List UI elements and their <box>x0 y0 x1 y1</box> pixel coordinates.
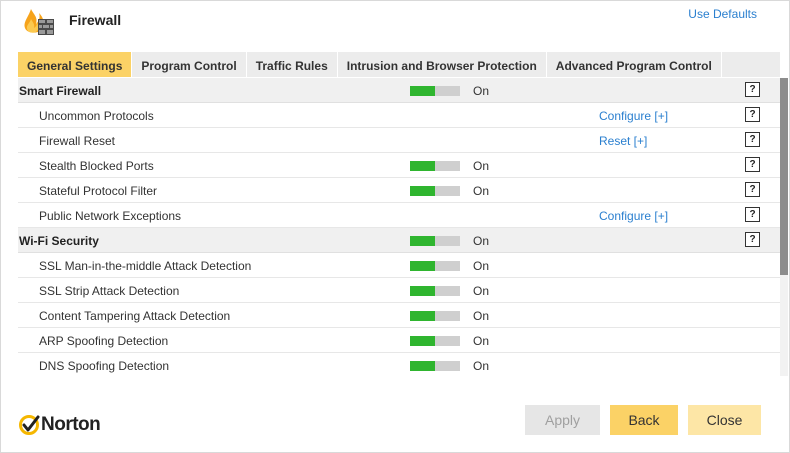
toggle-fill <box>410 311 435 321</box>
help-icon[interactable]: ? <box>745 207 760 222</box>
toggle-switch[interactable] <box>410 261 460 271</box>
setting-label: SSL Man-in-the-middle Attack Detection <box>39 259 252 273</box>
setting-row-uncommon-protocols: Uncommon Protocols Configure [+]? <box>18 103 780 128</box>
toggle-state-label: On <box>473 234 490 248</box>
setting-label: Stateful Protocol Filter <box>39 184 158 198</box>
tab-intrusion-and-browser-protection[interactable]: Intrusion and Browser Protection <box>338 52 547 77</box>
toggle-switch[interactable] <box>410 86 460 96</box>
toggle-fill <box>410 186 435 196</box>
close-button[interactable]: Close <box>688 405 761 435</box>
apply-button[interactable]: Apply <box>525 405 600 435</box>
toggle-fill <box>410 161 435 171</box>
firewall-window: Firewall Use Defaults General Settings P… <box>0 0 790 453</box>
setting-row-stateful-protocol-filter: Stateful Protocol Filter On? <box>18 178 780 203</box>
section-row-smart-firewall: Smart Firewall On? <box>18 78 780 103</box>
tab-advanced-program-control[interactable]: Advanced Program Control <box>547 52 722 77</box>
toggle-switch[interactable] <box>410 286 460 296</box>
tab-program-control[interactable]: Program Control <box>132 52 247 77</box>
toggle-state-label: On <box>473 359 490 373</box>
toggle-state-label: On <box>473 309 490 323</box>
tab-traffic-rules[interactable]: Traffic Rules <box>247 52 338 77</box>
setting-action-link[interactable]: Configure [+] <box>599 209 668 223</box>
toggle-fill <box>410 336 435 346</box>
help-icon[interactable]: ? <box>745 232 760 247</box>
tab-general-settings[interactable]: General Settings <box>18 52 133 77</box>
toggle-state-label: On <box>473 334 490 348</box>
toggle-switch[interactable] <box>410 361 460 371</box>
back-button[interactable]: Back <box>610 405 678 435</box>
setting-row-ssl-strip-attack-detection: SSL Strip Attack Detection On <box>18 278 780 303</box>
help-icon[interactable]: ? <box>745 132 760 147</box>
setting-label: SSL Strip Attack Detection <box>39 284 180 298</box>
toggle-state-label: On <box>473 184 490 198</box>
header: Firewall Use Defaults <box>1 1 789 49</box>
firewall-icon <box>24 9 54 35</box>
toggle-switch[interactable] <box>410 236 460 246</box>
help-icon[interactable]: ? <box>745 182 760 197</box>
toggle-state-label: On <box>473 284 490 298</box>
setting-action-link[interactable]: Configure [+] <box>599 109 668 123</box>
setting-label: Smart Firewall <box>19 84 102 98</box>
setting-label: Stealth Blocked Ports <box>39 159 154 173</box>
setting-row-content-tampering-attack-detection: Content Tampering Attack Detection On <box>18 303 780 328</box>
setting-label: Wi-Fi Security <box>19 234 99 248</box>
setting-label: Content Tampering Attack Detection <box>39 309 231 323</box>
norton-brand-text: Norton <box>41 414 101 435</box>
toggle-switch[interactable] <box>410 186 460 196</box>
toggle-state-label: On <box>473 259 490 273</box>
section-row-wi-fi-security: Wi-Fi Security On? <box>18 228 780 253</box>
use-defaults-link[interactable]: Use Defaults <box>688 7 757 21</box>
toggle-switch[interactable] <box>410 336 460 346</box>
toggle-state-label: On <box>473 159 490 173</box>
setting-row-firewall-reset: Firewall Reset Reset [+]? <box>18 128 780 153</box>
setting-row-stealth-blocked-ports: Stealth Blocked Ports On? <box>18 153 780 178</box>
norton-logo: Norton <box>18 411 101 439</box>
setting-label: Public Network Exceptions <box>39 209 182 223</box>
setting-row-dns-spoofing-detection: DNS Spoofing Detection On <box>18 353 780 376</box>
toggle-fill <box>410 86 435 96</box>
scrollbar-thumb[interactable] <box>780 78 788 275</box>
setting-label: Uncommon Protocols <box>39 109 154 123</box>
setting-label: Firewall Reset <box>39 134 116 148</box>
toggle-fill <box>410 361 435 371</box>
help-icon[interactable]: ? <box>745 157 760 172</box>
help-icon[interactable]: ? <box>745 82 760 97</box>
toggle-switch[interactable] <box>410 161 460 171</box>
setting-label: ARP Spoofing Detection <box>39 334 169 348</box>
setting-row-public-network-exceptions: Public Network Exceptions Configure [+]? <box>18 203 780 228</box>
help-icon[interactable]: ? <box>745 107 760 122</box>
settings-list: Smart Firewall On? Uncommon Protocols Confi… <box>18 78 780 376</box>
toggle-fill <box>410 236 435 246</box>
toggle-fill <box>410 286 435 296</box>
scrollbar[interactable] <box>780 78 788 376</box>
toggle-fill <box>410 261 435 271</box>
toggle-state-label: On <box>473 84 490 98</box>
toggle-switch[interactable] <box>410 311 460 321</box>
setting-row-arp-spoofing-detection: ARP Spoofing Detection On <box>18 328 780 353</box>
window-title: Firewall <box>69 12 122 28</box>
norton-check-icon <box>19 415 40 435</box>
tab-bar: General Settings Program Control Traffic… <box>18 52 780 77</box>
setting-row-ssl-man-in-the-middle-attack-detection: SSL Man-in-the-middle Attack Detection On <box>18 253 780 278</box>
setting-label: DNS Spoofing Detection <box>39 359 170 373</box>
setting-action-link[interactable]: Reset [+] <box>599 134 647 148</box>
